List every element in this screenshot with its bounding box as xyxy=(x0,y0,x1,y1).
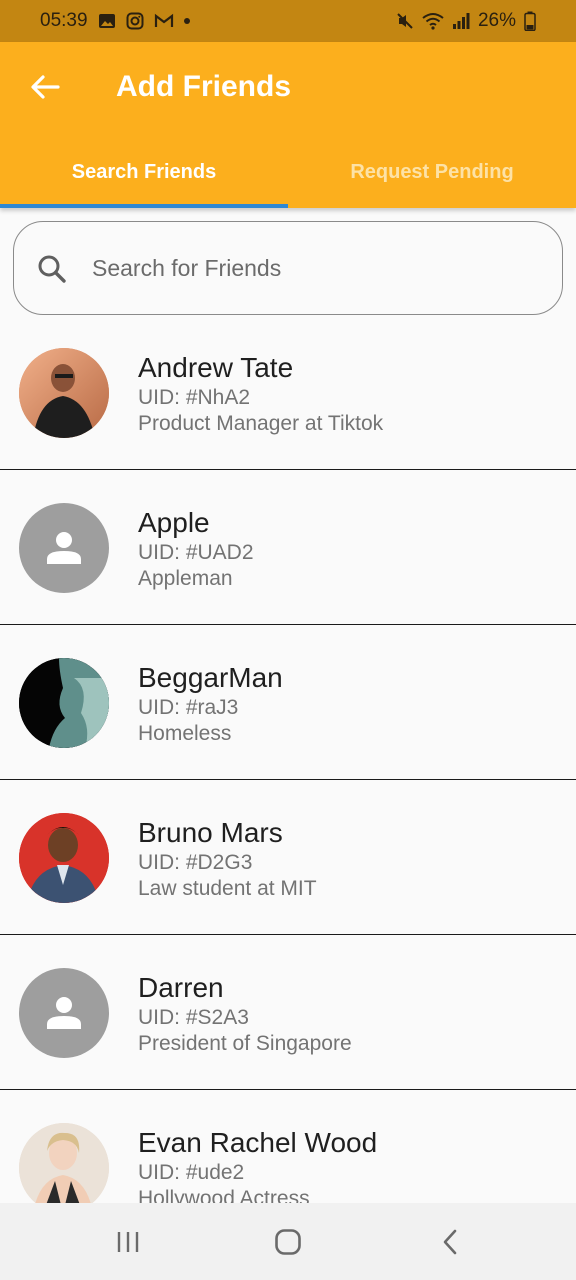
recent-apps-button[interactable] xyxy=(98,1221,158,1263)
avatar xyxy=(19,968,109,1058)
list-item[interactable]: Bruno Mars UID: #D2G3 Law student at MIT xyxy=(0,780,576,935)
status-time: 05:39 xyxy=(40,10,88,31)
gmail-icon xyxy=(154,13,173,27)
friend-name: Andrew Tate xyxy=(138,352,294,383)
app-bar: Add Friends Search Friends Request Pendi… xyxy=(0,42,576,208)
gallery-icon xyxy=(98,14,115,28)
person-icon xyxy=(47,532,81,564)
person-icon xyxy=(47,997,81,1029)
signal-icon xyxy=(452,13,470,29)
wifi-icon xyxy=(422,13,444,30)
avatar xyxy=(19,658,109,748)
tab-search-friends[interactable]: Search Friends xyxy=(0,136,288,208)
list-item[interactable]: BeggarMan UID: #raJ3 Homeless xyxy=(0,625,576,780)
friend-uid: UID: #D2G3 xyxy=(138,851,253,874)
nav-back-button[interactable] xyxy=(420,1221,480,1263)
status-left: 05:39 xyxy=(40,0,190,42)
battery-icon xyxy=(524,11,536,31)
friend-name: Bruno Mars xyxy=(138,817,283,848)
avatar xyxy=(19,348,109,438)
friend-uid: UID: #ude2 xyxy=(138,1161,245,1184)
tab-label: Search Friends xyxy=(71,160,217,183)
tab-request-pending[interactable]: Request Pending xyxy=(288,136,576,208)
friend-uid: UID: #UAD2 xyxy=(138,541,254,564)
search-icon xyxy=(38,255,66,283)
friend-description: President of Singapore xyxy=(138,1032,352,1055)
tab-bar: Search Friends Request Pending xyxy=(0,136,576,208)
list-item[interactable]: Darren UID: #S2A3 President of Singapore xyxy=(0,935,576,1090)
friend-name: BeggarMan xyxy=(138,662,283,693)
status-right: 26% xyxy=(396,0,536,42)
friend-name: Evan Rachel Wood xyxy=(138,1127,378,1158)
avatar-photo xyxy=(19,813,109,903)
avatar-photo xyxy=(19,348,109,438)
friend-uid: UID: #raJ3 xyxy=(138,696,239,719)
friend-uid: UID: #S2A3 xyxy=(138,1006,249,1029)
friend-description: Appleman xyxy=(138,567,233,590)
list-item[interactable]: Evan Rachel Wood UID: #ude2 Hollywood Ac… xyxy=(0,1090,576,1203)
page-title: Add Friends xyxy=(116,70,292,103)
tab-label: Request Pending xyxy=(350,160,514,183)
instagram-icon xyxy=(126,12,144,30)
battery-percent: 26% xyxy=(477,10,516,31)
avatar xyxy=(19,1123,109,1203)
dot-icon xyxy=(183,18,190,24)
search-input[interactable] xyxy=(90,242,540,294)
list-item[interactable]: Andrew Tate UID: #NhA2 Product Manager a… xyxy=(0,315,576,470)
friend-description: Product Manager at Tiktok xyxy=(138,412,384,435)
search-field[interactable] xyxy=(13,221,563,315)
back-icon xyxy=(443,1229,457,1255)
friend-uid: UID: #NhA2 xyxy=(138,386,251,409)
arrow-left-icon xyxy=(31,75,60,99)
friend-name: Darren xyxy=(138,972,224,1003)
avatar-photo xyxy=(19,658,109,748)
recent-apps-icon xyxy=(117,1232,139,1252)
system-nav-bar xyxy=(0,1203,576,1280)
list-item[interactable]: Apple UID: #UAD2 Appleman xyxy=(0,470,576,625)
avatar xyxy=(19,813,109,903)
friend-description: Hollywood Actress xyxy=(138,1187,310,1203)
friend-description: Law student at MIT xyxy=(138,877,317,900)
tab-indicator xyxy=(0,204,288,208)
avatar-photo xyxy=(19,1123,109,1203)
friend-name: Apple xyxy=(138,507,210,538)
avatar xyxy=(19,503,109,593)
friend-description: Homeless xyxy=(138,722,232,745)
mute-icon xyxy=(397,13,413,29)
home-button[interactable] xyxy=(258,1221,318,1263)
home-icon xyxy=(275,1229,301,1255)
friends-list: Andrew Tate UID: #NhA2 Product Manager a… xyxy=(0,315,576,1203)
status-bar: 05:39 26% xyxy=(0,0,576,42)
back-button[interactable] xyxy=(20,62,70,112)
